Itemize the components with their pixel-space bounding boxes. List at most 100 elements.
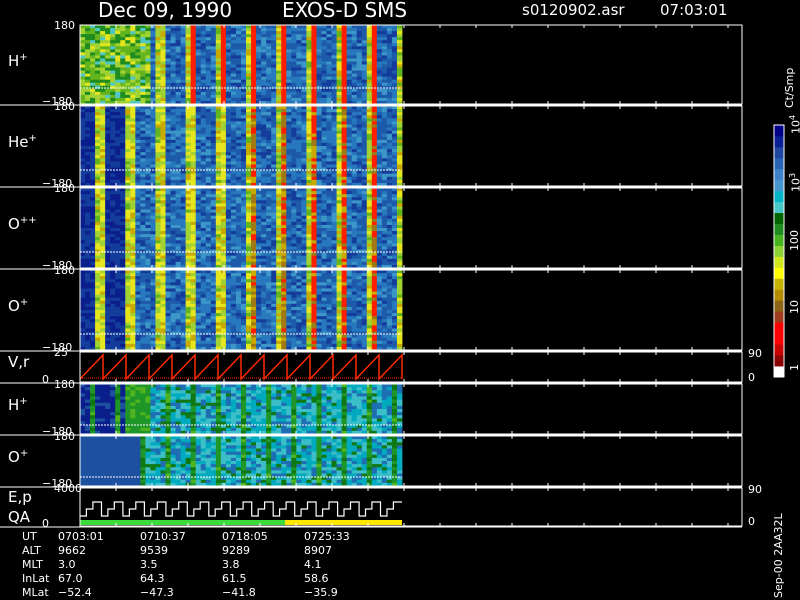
spectrogram-cell — [135, 34, 141, 38]
spectrogram-cell — [351, 76, 358, 81]
spectrogram-cell — [80, 28, 86, 32]
spectrogram-cell — [125, 106, 131, 110]
spectrogram-cell — [230, 231, 237, 235]
spectrogram-cell — [341, 31, 348, 35]
spectrogram-cell — [391, 64, 398, 68]
spectrogram-cell — [160, 194, 166, 198]
spectrogram-cell — [230, 218, 237, 223]
spectrogram-cell — [316, 155, 322, 159]
spectrogram-cell — [125, 215, 131, 220]
spectrogram-cell — [210, 234, 217, 238]
spectrogram-cell — [371, 70, 378, 75]
spectrogram-cell — [346, 121, 353, 125]
spectrogram-cell — [286, 188, 292, 192]
spectrogram-cell — [150, 179, 156, 184]
spectrogram-cell — [115, 49, 121, 53]
spectrogram-cell — [356, 240, 363, 244]
spectrogram-cell — [135, 197, 141, 201]
spectrogram-cell — [316, 142, 322, 147]
spectrogram-cell — [251, 188, 257, 192]
spectrogram-cell — [145, 252, 151, 257]
spectrogram-cell — [351, 155, 358, 159]
spectrogram-cell — [321, 261, 327, 266]
spectrogram-cell — [175, 191, 182, 195]
spectrogram-cell — [376, 237, 383, 241]
spectrogram-cell — [125, 161, 131, 165]
spectrogram-cell — [120, 70, 126, 75]
spectrogram-cell — [225, 106, 232, 110]
spectrogram-cell — [185, 34, 192, 38]
spectrogram-cell — [296, 49, 302, 53]
spectrogram-cell — [225, 218, 232, 223]
spectrogram-cell — [276, 234, 282, 238]
spectrogram-cell — [321, 212, 327, 217]
spectrogram-cell — [336, 179, 343, 184]
spectrogram-cell — [261, 37, 267, 41]
spectrogram-cell — [331, 206, 337, 210]
spectrogram-cell — [296, 231, 302, 235]
spectrogram-cell — [150, 118, 156, 122]
spectrogram-cell — [105, 112, 111, 116]
spectrogram-cell — [316, 46, 322, 50]
spectrogram-cell — [356, 112, 363, 116]
spectrogram-cell — [175, 118, 182, 122]
spectrogram-cell — [105, 161, 111, 165]
spectrogram-cell — [261, 73, 267, 78]
spectrogram-cell — [185, 176, 192, 181]
spectrogram-cell — [160, 118, 166, 122]
spectrogram-cell — [271, 139, 277, 144]
spectrogram-cell — [90, 176, 96, 181]
spectrogram-cell — [276, 55, 282, 59]
spectrogram-cell — [371, 124, 378, 128]
spectrogram-cell — [366, 136, 373, 141]
spectrogram-cell — [120, 206, 126, 210]
spectrogram-cell — [246, 58, 252, 62]
spectrogram-cell — [175, 52, 182, 56]
spectrogram-cell — [190, 179, 197, 184]
spectrogram-cell — [251, 212, 257, 217]
spectrogram-cell — [321, 112, 327, 116]
spectrogram-cell — [266, 200, 272, 204]
spectrogram-cell — [140, 76, 146, 81]
spectrogram-cell — [391, 55, 398, 59]
spectrogram-cell — [230, 55, 237, 59]
spectrogram-cell — [180, 231, 187, 235]
spectrogram-cell — [381, 34, 388, 38]
spectrogram-cell — [266, 28, 272, 32]
spectrogram-cell — [225, 91, 232, 96]
spectrogram-cell — [331, 85, 337, 90]
spectrogram-cell — [311, 252, 317, 257]
spectrogram-cell — [180, 258, 187, 263]
spectrogram-cell — [155, 94, 161, 99]
spectrogram-cell — [341, 197, 348, 201]
spectrogram-cell — [105, 218, 111, 223]
spectrogram-cell — [190, 31, 197, 35]
spectrogram-cell — [125, 31, 131, 35]
spectrogram-cell — [261, 209, 267, 214]
spectrogram-cell — [150, 79, 156, 84]
spectrogram-cell — [266, 139, 272, 144]
spectrogram-cell — [331, 158, 337, 162]
spectrogram-cell — [205, 149, 212, 153]
spectrogram-cell — [125, 55, 131, 59]
spectrogram-cell — [306, 252, 312, 257]
spectrogram-cell — [115, 97, 121, 102]
spectrogram-cell — [175, 203, 182, 207]
spectrogram-cell — [175, 142, 182, 147]
spectrogram-cell — [90, 146, 96, 150]
spectrogram-cell — [185, 243, 192, 247]
spectrogram-cell — [200, 127, 207, 132]
spectrogram-cell — [371, 218, 378, 223]
spectrogram-cell — [316, 212, 322, 217]
spectrogram-cell — [281, 221, 287, 226]
spectrogram-cell — [266, 221, 272, 226]
spectrogram-cell — [251, 200, 257, 204]
spectrogram-cell — [120, 170, 126, 175]
spectrogram-cell — [251, 115, 257, 119]
spectrogram-cell — [256, 243, 262, 247]
spectrogram-cell — [170, 255, 176, 260]
spectrogram-cell — [261, 255, 267, 260]
spectrogram-cell — [150, 61, 156, 65]
spectrogram-cell — [90, 127, 96, 132]
spectrogram-cell — [286, 52, 292, 56]
